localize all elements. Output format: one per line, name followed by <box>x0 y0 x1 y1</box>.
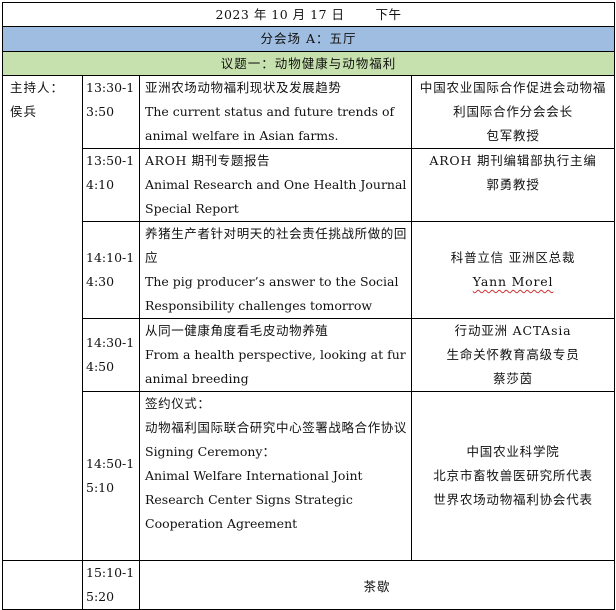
tea-break-row: 15:10-15:20 茶歇 <box>2 560 616 610</box>
topic-row: 议题一：动物健康与动物福利 <box>1 51 616 76</box>
speaker-affiliation: 中国农业国际合作促进会动物福利国际合作分会会长 <box>419 80 607 119</box>
speaker-role: 生命关怀教育高级专员 <box>446 347 580 362</box>
date-cell: 2023 年 10 月 17 日 下午 <box>1 2 616 27</box>
talk-title-zh: 养猪生产者针对明天的社会责任挑战所做的回应 <box>145 226 408 265</box>
talk-title: 从同一健康角度看毛皮动物养殖 From a health perspective… <box>139 318 412 392</box>
talk-title: 养猪生产者针对明天的社会责任挑战所做的回应 The pig producer’s… <box>139 221 412 319</box>
topic-title: 议题一：动物健康与动物福利 <box>1 51 616 76</box>
talk-row: 主持人： 侯兵 13:30-13:50 亚洲农场动物福利现状及发展趋势 The … <box>2 75 616 561</box>
talk-title-zh: 动物福利国际联合研究中心签署战略合作协议 <box>145 420 408 435</box>
speaker-name: 郭勇教授 <box>486 177 540 192</box>
speaker-name-wrap: Yann Morel <box>413 270 614 294</box>
talk-row: 13:50-14:10 AROH 期刊专题报告 Animal Research … <box>3 148 616 222</box>
talk-time: 13:50-14:10 <box>82 148 140 222</box>
speaker-org: 世界农场动物福利协会代表 <box>433 492 593 507</box>
talk-title-en: Signing Ceremony： <box>145 444 275 459</box>
host-cell: 主持人： 侯兵 <box>2 75 83 561</box>
speaker-name: 蔡莎茵 <box>493 371 533 386</box>
talk-row: 14:30-14:50 从同一健康角度看毛皮动物养殖 From a health… <box>3 318 616 392</box>
date-row: 2023 年 10 月 17 日 下午 <box>1 2 616 27</box>
talk-title: 亚洲农场动物福利现状及发展趋势 The current status and f… <box>139 75 412 149</box>
talk-title-en: Animal Welfare International Joint Resea… <box>145 468 363 531</box>
period-text: 下午 <box>375 7 402 22</box>
session-row: 分会场 A：五厅 <box>1 26 616 52</box>
tea-break-label: 茶歇 <box>138 560 616 610</box>
tea-break-time: 15:10-15:20 <box>82 560 140 610</box>
speaker-name: 包军教授 <box>486 128 540 143</box>
talk-title-zh: 签约仪式： <box>145 396 211 411</box>
speaker-affiliation: 行动亚洲 ACTAsia <box>454 323 572 338</box>
talk-row: 14:50-15:10 签约仪式： 动物福利国际联合研究中心签署战略合作协议 S… <box>3 391 616 561</box>
talk-speaker: 中国农业国际合作促进会动物福利国际合作分会会长 包军教授 <box>410 75 616 149</box>
talk-time: 14:30-14:50 <box>82 318 140 392</box>
host-label: 主持人： <box>10 80 65 95</box>
date-text: 2023 年 10 月 17 日 <box>215 7 345 22</box>
talk-title-zh: AROH 期刊专题报告 <box>145 153 271 168</box>
talk-time: 14:10-14:30 <box>82 221 140 319</box>
talk-title-zh: 亚洲农场动物福利现状及发展趋势 <box>145 80 342 95</box>
session-title: 分会场 A：五厅 <box>1 26 616 52</box>
talk-title-en: Animal Research and One Health Journal S… <box>145 177 407 216</box>
speaker-name: Yann Morel <box>472 274 554 289</box>
talk-speaker: 中国农业科学院 北京市畜牧兽医研究所代表 世界农场动物福利协会代表 <box>410 391 616 561</box>
talk-title-zh: 从同一健康角度看毛皮动物养殖 <box>145 323 329 338</box>
talk-title: 签约仪式： 动物福利国际联合研究中心签署战略合作协议 Signing Cerem… <box>139 391 412 561</box>
speaker-affiliation: 科普立信 亚洲区总裁 <box>450 250 576 265</box>
speaker-org: 中国农业科学院 <box>466 444 560 459</box>
empty-host-cell <box>2 560 83 610</box>
speaker-affiliation: AROH 期刊编辑部执行主编 <box>429 153 597 168</box>
talk-title-en: The pig producer’s answer to the Social … <box>145 274 399 313</box>
schedule-table: 2023 年 10 月 17 日 下午 分会场 A：五厅 议题一：动物健康与动物… <box>1 2 616 610</box>
talk-title: AROH 期刊专题报告 Animal Research and One Heal… <box>139 148 412 222</box>
talk-row: 14:10-14:30 养猪生产者针对明天的社会责任挑战所做的回应 The pi… <box>3 221 616 319</box>
talk-time: 13:30-13:50 <box>82 75 140 149</box>
talk-title-en: From a health perspective, looking at fu… <box>145 347 406 386</box>
talk-title-en: The current status and future trends of … <box>145 104 395 143</box>
talk-speaker: 行动亚洲 ACTAsia 生命关怀教育高级专员 蔡莎茵 <box>410 318 616 392</box>
talk-time: 14:50-15:10 <box>82 391 140 561</box>
speaker-org: 北京市畜牧兽医研究所代表 <box>433 468 593 483</box>
schedule-sheet: 2023 年 10 月 17 日 下午 分会场 A：五厅 议题一：动物健康与动物… <box>0 0 616 610</box>
talk-speaker: 科普立信 亚洲区总裁 Yann Morel <box>410 221 616 319</box>
host-name: 侯兵 <box>10 104 38 119</box>
talk-speaker: AROH 期刊编辑部执行主编 郭勇教授 <box>410 148 616 222</box>
